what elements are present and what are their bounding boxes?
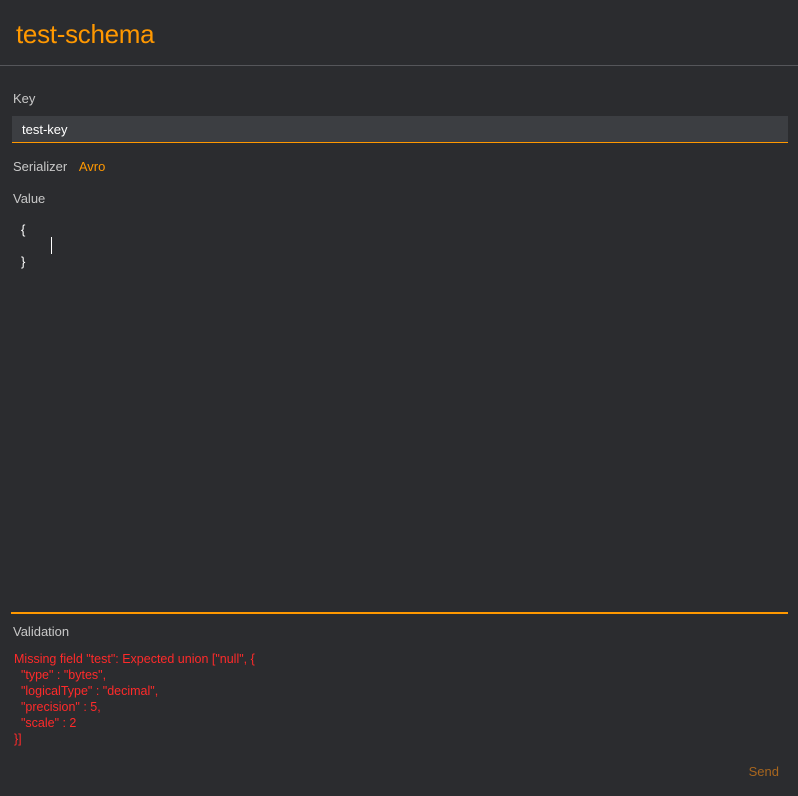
validation-error-message: Missing field "test": Expected union ["n… [14,652,255,746]
page-title: test-schema [16,19,155,49]
send-button[interactable]: Send [749,764,779,780]
serializer-select[interactable]: Avro [79,159,106,174]
header: test-schema [0,0,798,66]
validation-divider [11,612,788,614]
producer-window: test-schema Key Serializer Avro Value { … [0,0,798,796]
editor-line: } [21,254,26,269]
value-editor[interactable]: { } [12,214,788,610]
validation-label: Validation [13,624,70,639]
value-label: Value [13,191,46,206]
key-label: Key [13,91,36,106]
editor-line: { [21,222,26,237]
key-input[interactable] [12,116,788,143]
serializer-row: Serializer Avro [13,159,105,175]
serializer-label: Serializer [13,159,68,174]
text-caret [51,237,52,254]
